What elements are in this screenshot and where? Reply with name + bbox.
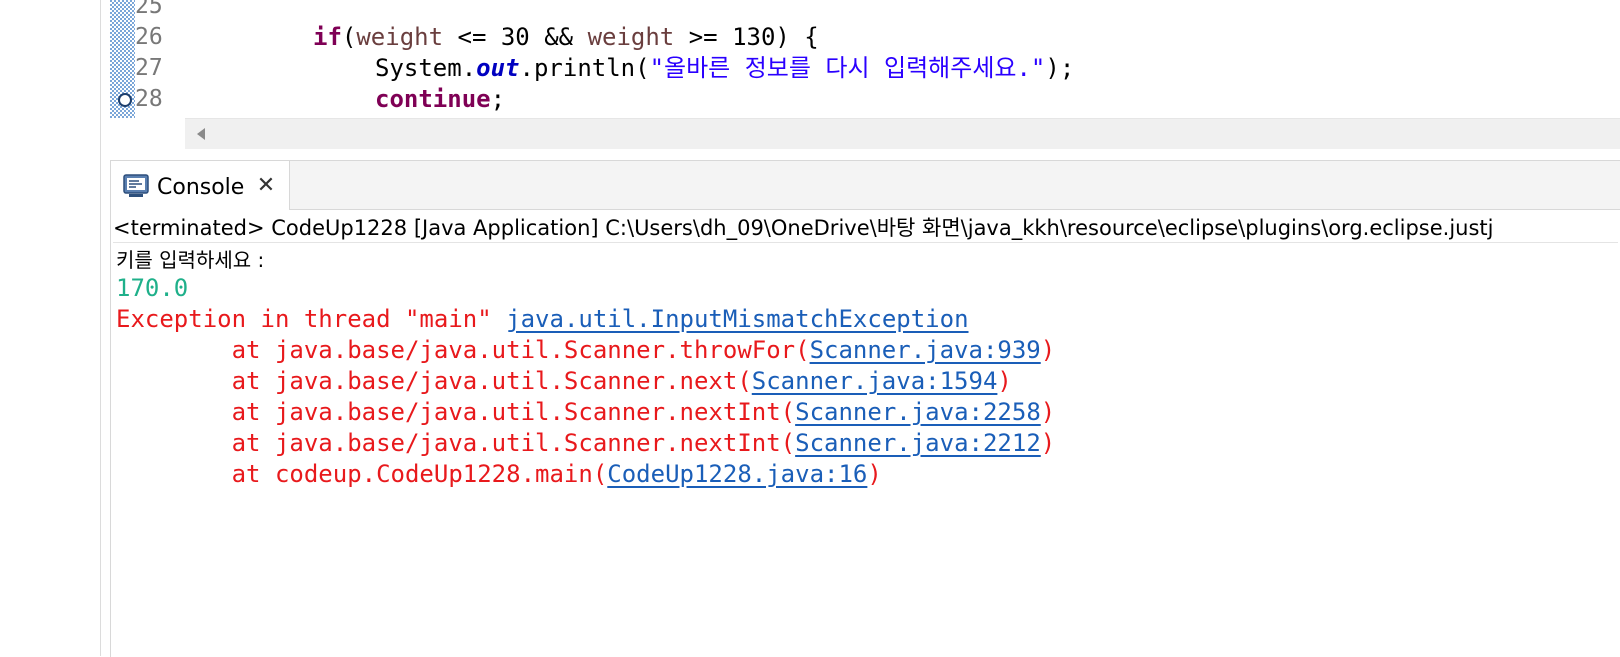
line-number: 27 (135, 55, 163, 81)
code-token: .println( (519, 54, 650, 82)
console-process-status: <terminated> CodeUp1228 [Java Applicatio… (113, 214, 1618, 243)
code-token: ); (1045, 54, 1075, 82)
code-token: >= 130) { (674, 23, 819, 51)
code-token: ; (490, 85, 506, 113)
stack-trace-line: at codeup.CodeUp1228.main(CodeUp1228.jav… (116, 459, 882, 490)
exception-text: Exception in thread "main" (116, 305, 507, 333)
console-icon (123, 174, 149, 197)
console-tabbar: Console ✕ (111, 161, 1620, 210)
code-token: out (476, 54, 520, 82)
code-token: weight (587, 23, 675, 51)
stack-trace-end: ) (997, 367, 1012, 395)
code-line-27[interactable]: System.out.println("올바른 정보를 다시 입력해주세요.")… (375, 53, 1074, 84)
line-number: 25 (135, 0, 163, 19)
stack-trace-end: ) (1040, 398, 1056, 426)
tab-console[interactable]: Console ✕ (111, 161, 290, 210)
console-user-input: 170.0 (116, 274, 189, 302)
code-token: "올바른 정보를 다시 입력해주세요." (649, 54, 1046, 82)
scroll-left-arrow-icon[interactable] (197, 128, 205, 140)
code-line-28[interactable]: continue; (375, 84, 505, 115)
console-prompt-text: 키를 입력하세요 : (116, 248, 265, 272)
stack-trace-line: at java.base/java.util.Scanner.nextInt(S… (116, 397, 1056, 428)
stack-trace-end: ) (1040, 429, 1056, 457)
line-number: 26 (135, 24, 163, 50)
exception-line: Exception in thread "main" java.util.Inp… (116, 304, 969, 335)
console-view: Console ✕ <terminated> CodeUp1228 [Java … (110, 160, 1620, 657)
code-line-26[interactable]: if(weight <= 30 && weight >= 130) { (313, 22, 819, 53)
stack-trace-text: at java.base/java.util.Scanner.nextInt( (116, 429, 796, 457)
stack-trace-link[interactable]: Scanner.java:2212 (795, 429, 1041, 457)
stack-trace-line: at java.base/java.util.Scanner.throwFor(… (116, 335, 1056, 366)
stack-trace-end: ) (867, 460, 882, 488)
stack-trace-line: at java.base/java.util.Scanner.next(Scan… (116, 366, 1012, 397)
code-editor[interactable]: 25 26 27 28 if(weight <= 30 && weight >=… (110, 0, 1620, 118)
stack-trace-text: at java.base/java.util.Scanner.throwFor( (116, 336, 810, 364)
code-token: continue (375, 85, 491, 113)
stack-trace-link[interactable]: CodeUp1228.java:16 (607, 460, 867, 488)
breakpoint-marker-icon[interactable] (118, 93, 132, 107)
stack-trace-line: at java.base/java.util.Scanner.nextInt(S… (116, 428, 1056, 459)
stack-trace-link[interactable]: Scanner.java:1594 (752, 367, 998, 395)
code-token: <= 30 && (443, 23, 588, 51)
code-token: if (313, 23, 342, 51)
stack-trace-end: ) (1040, 336, 1056, 364)
line-number: 28 (135, 86, 163, 112)
workbench-left-area (0, 0, 101, 656)
tab-console-label: Console (157, 175, 245, 200)
code-token: ( (341, 23, 357, 51)
code-token: System. (375, 54, 477, 82)
editor-horizontal-scrollbar[interactable] (185, 118, 1620, 149)
stack-trace-text: at codeup.CodeUp1228.main( (116, 460, 608, 488)
close-icon[interactable]: ✕ (254, 174, 278, 198)
stack-trace-link[interactable]: Scanner.java:2258 (795, 398, 1041, 426)
stack-trace-link[interactable]: Scanner.java:939 (810, 336, 1041, 364)
stack-trace-text: at java.base/java.util.Scanner.nextInt( (116, 398, 796, 426)
code-token: weight (356, 23, 444, 51)
stack-trace-text: at java.base/java.util.Scanner.next( (116, 367, 752, 395)
exception-class-link[interactable]: java.util.InputMismatchException (506, 305, 968, 333)
